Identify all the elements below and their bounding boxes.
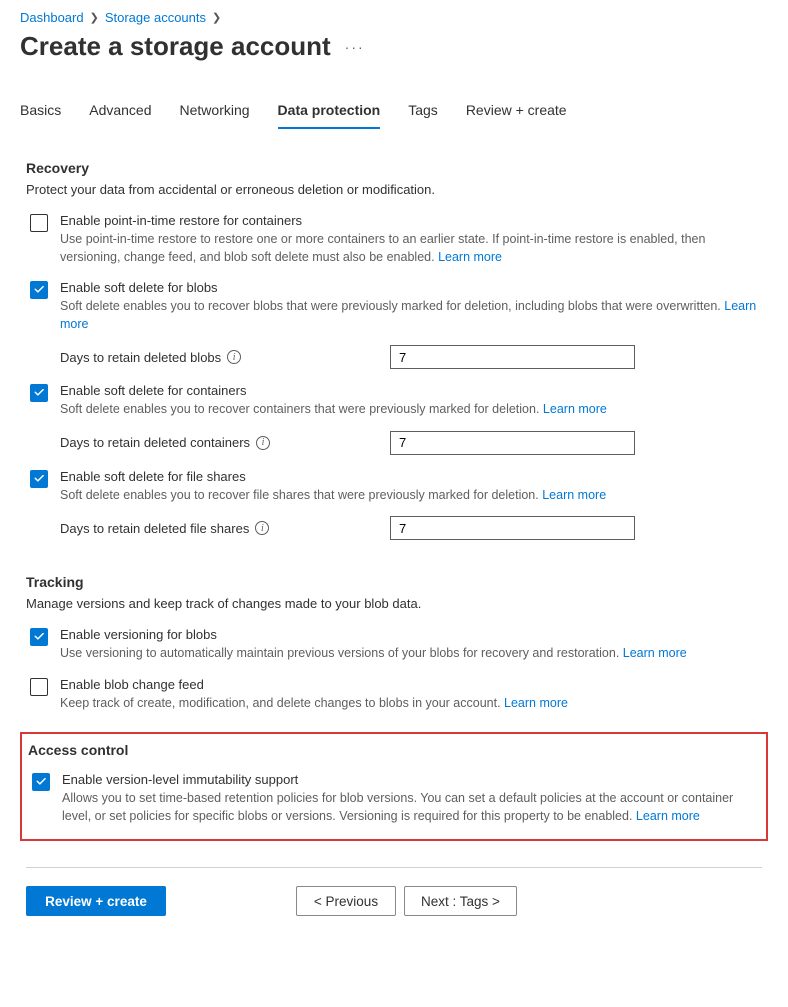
section-recovery-desc: Protect your data from accidental or err…	[26, 182, 762, 197]
blob-soft-delete-desc: Soft delete enables you to recover blobs…	[60, 298, 762, 333]
versioning-desc: Use versioning to automatically maintain…	[60, 645, 762, 663]
container-soft-delete-label: Enable soft delete for containers	[60, 383, 762, 398]
immutability-label: Enable version-level immutability suppor…	[62, 772, 760, 787]
change-feed-learn-more[interactable]: Learn more	[504, 696, 568, 710]
tab-data-protection[interactable]: Data protection	[278, 96, 381, 128]
checkbox-blob-soft-delete[interactable]	[30, 281, 48, 299]
info-icon[interactable]: i	[255, 521, 269, 535]
section-tracking-heading: Tracking	[26, 574, 762, 590]
share-soft-delete-desc: Soft delete enables you to recover file …	[60, 487, 762, 505]
chevron-right-icon: ❯	[90, 11, 99, 24]
pitr-learn-more[interactable]: Learn more	[438, 250, 502, 264]
breadcrumb: Dashboard ❯ Storage accounts ❯	[20, 10, 768, 25]
access-control-highlight: Access control Enable version-level immu…	[20, 732, 768, 841]
share-soft-delete-label: Enable soft delete for file shares	[60, 469, 762, 484]
container-soft-delete-learn-more[interactable]: Learn more	[543, 402, 607, 416]
share-retain-label: Days to retain deleted file shares i	[60, 521, 390, 536]
breadcrumb-storage-accounts[interactable]: Storage accounts	[105, 10, 206, 25]
container-soft-delete-desc: Soft delete enables you to recover conta…	[60, 401, 762, 419]
change-feed-label: Enable blob change feed	[60, 677, 762, 692]
tab-advanced[interactable]: Advanced	[89, 96, 151, 128]
pitr-desc: Use point-in-time restore to restore one…	[60, 231, 762, 266]
versioning-learn-more[interactable]: Learn more	[623, 646, 687, 660]
share-retain-input[interactable]	[390, 516, 635, 540]
info-icon[interactable]: i	[227, 350, 241, 364]
more-icon[interactable]: ···	[345, 39, 365, 55]
section-recovery-heading: Recovery	[26, 160, 762, 176]
next-button[interactable]: Next : Tags >	[404, 886, 517, 916]
previous-button[interactable]: < Previous	[296, 886, 396, 916]
change-feed-desc: Keep track of create, modification, and …	[60, 695, 762, 713]
divider	[26, 867, 762, 868]
tab-basics[interactable]: Basics	[20, 96, 61, 128]
tabs: Basics Advanced Networking Data protecti…	[20, 96, 768, 128]
blob-retain-label: Days to retain deleted blobs i	[60, 350, 390, 365]
blob-retain-input[interactable]	[390, 345, 635, 369]
footer-bar: Review + create < Previous Next : Tags >	[26, 886, 762, 916]
container-retain-label: Days to retain deleted containers i	[60, 435, 390, 450]
review-create-button[interactable]: Review + create	[26, 886, 166, 916]
breadcrumb-dashboard[interactable]: Dashboard	[20, 10, 84, 25]
immutability-learn-more[interactable]: Learn more	[636, 809, 700, 823]
blob-soft-delete-label: Enable soft delete for blobs	[60, 280, 762, 295]
section-tracking-desc: Manage versions and keep track of change…	[26, 596, 762, 611]
share-soft-delete-learn-more[interactable]: Learn more	[542, 488, 606, 502]
tab-tags[interactable]: Tags	[408, 96, 438, 128]
tab-review-create[interactable]: Review + create	[466, 96, 567, 128]
tab-networking[interactable]: Networking	[180, 96, 250, 128]
checkbox-share-soft-delete[interactable]	[30, 470, 48, 488]
info-icon[interactable]: i	[256, 436, 270, 450]
checkbox-change-feed[interactable]	[30, 678, 48, 696]
checkbox-pitr[interactable]	[30, 214, 48, 232]
container-retain-input[interactable]	[390, 431, 635, 455]
checkbox-immutability[interactable]	[32, 773, 50, 791]
immutability-desc: Allows you to set time-based retention p…	[62, 790, 760, 825]
checkbox-versioning[interactable]	[30, 628, 48, 646]
chevron-right-icon: ❯	[212, 11, 221, 24]
pitr-label: Enable point-in-time restore for contain…	[60, 213, 762, 228]
section-access-heading: Access control	[28, 742, 760, 758]
versioning-label: Enable versioning for blobs	[60, 627, 762, 642]
page-title: Create a storage account	[20, 31, 331, 62]
checkbox-container-soft-delete[interactable]	[30, 384, 48, 402]
